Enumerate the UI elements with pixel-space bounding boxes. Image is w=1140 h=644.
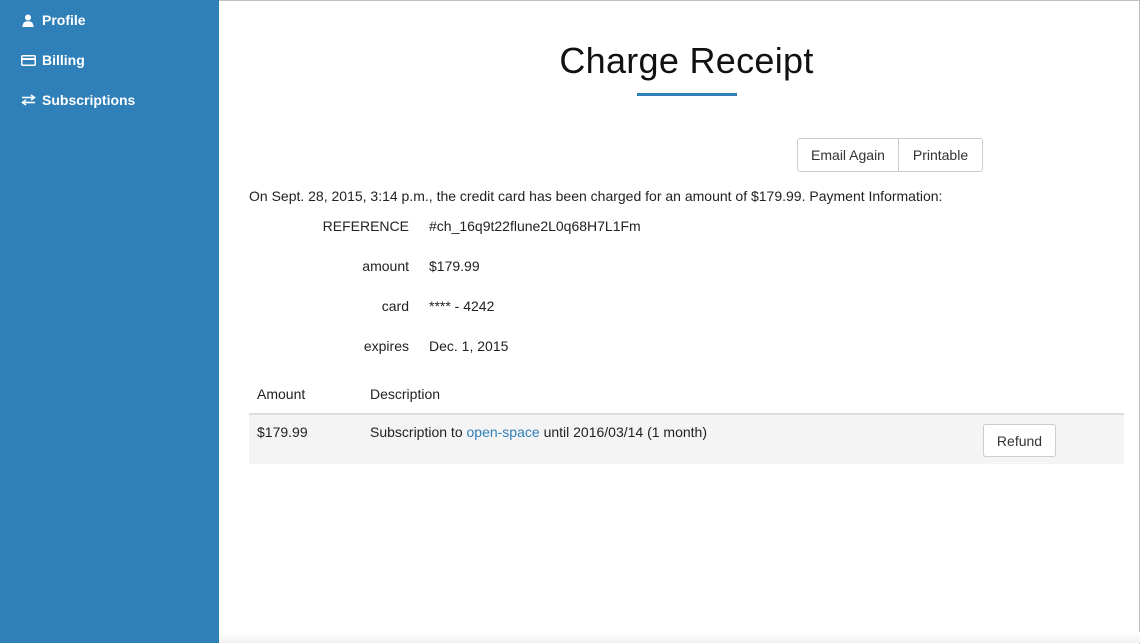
page-title: Charge Receipt [559, 40, 814, 81]
expires-value: Dec. 1, 2015 [429, 338, 509, 354]
exchange-icon [20, 93, 36, 107]
reference-value: #ch_16q9t22flune2L0q68H7L1Fm [429, 218, 641, 234]
row-description: Subscription to open-space until 2016/03… [370, 424, 707, 440]
main-content [219, 0, 1140, 644]
row-amount: $179.99 [257, 424, 308, 440]
amount-label: amount [362, 258, 409, 274]
card-label: card [381, 298, 409, 314]
subscription-link[interactable]: open-space [467, 424, 540, 440]
column-header-amount: Amount [257, 386, 306, 402]
sidebar-item-label: Subscriptions [42, 92, 136, 108]
title-underline [637, 93, 737, 96]
column-header-description: Description [370, 386, 441, 402]
card-value: **** - 4242 [429, 298, 495, 314]
sidebar-item-profile[interactable]: Profile [20, 10, 210, 30]
description-prefix: Subscription to [370, 424, 463, 440]
receipt-actions: Email Again Printable [797, 138, 983, 172]
credit-card-icon [20, 53, 36, 67]
reference-label: REFERENCE [322, 218, 409, 234]
amount-value: $179.99 [429, 258, 480, 274]
expires-label: expires [363, 338, 409, 354]
sidebar-item-label: Billing [42, 52, 85, 68]
charge-summary: On Sept. 28, 2015, 3:14 p.m., the credit… [249, 188, 943, 204]
bottom-edge [219, 632, 1140, 643]
sidebar-item-label: Profile [42, 12, 86, 28]
user-icon [20, 13, 36, 27]
refund-button[interactable]: Refund [983, 424, 1056, 457]
printable-button[interactable]: Printable [899, 138, 983, 172]
description-suffix: until 2016/03/14 (1 month) [543, 424, 708, 440]
sidebar-item-billing[interactable]: Billing [20, 50, 210, 70]
email-again-button[interactable]: Email Again [797, 138, 899, 172]
sidebar: Profile Billing Subscriptions [0, 0, 219, 643]
sidebar-item-subscriptions[interactable]: Subscriptions [20, 90, 210, 110]
